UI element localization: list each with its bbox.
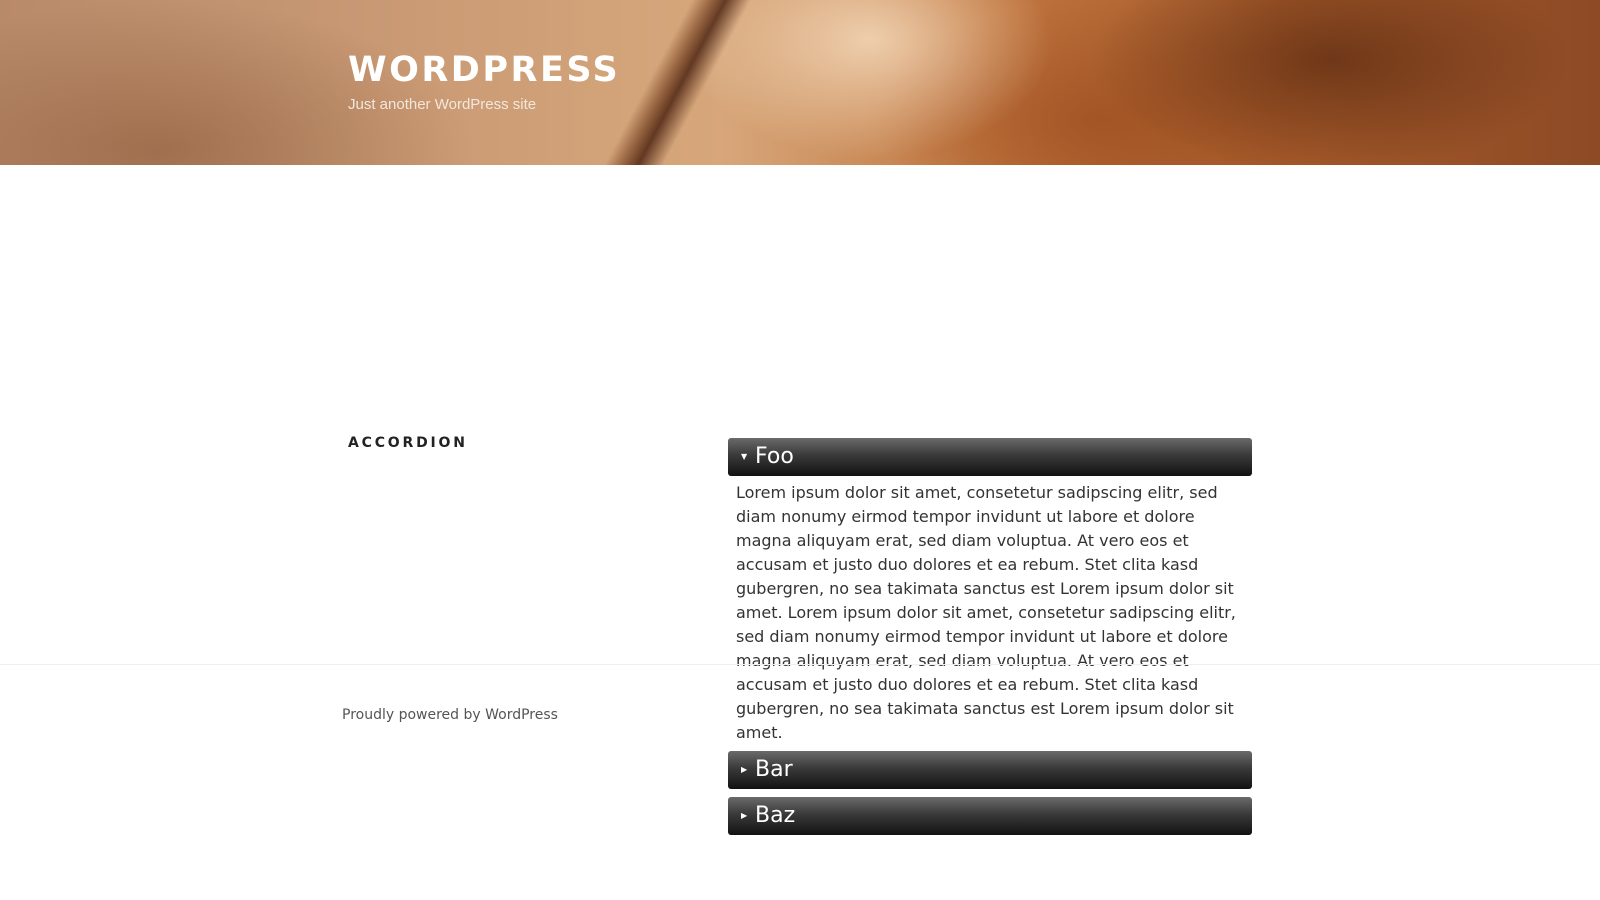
site-tagline: Just another WordPress site	[348, 96, 537, 113]
accordion-spacer	[728, 789, 1252, 797]
main-content: ACCORDION ▼ Foo Lorem ipsum dolor sit am…	[0, 165, 1600, 835]
triangle-down-icon: ▼	[741, 452, 748, 461]
footer-credit-link[interactable]: Proudly powered by WordPress	[342, 707, 558, 723]
site-footer: Proudly powered by WordPress	[0, 664, 1600, 723]
triangle-right-icon: ▶	[741, 765, 748, 774]
triangle-right-icon: ▶	[741, 811, 748, 820]
accordion-label: Bar	[755, 757, 793, 782]
site-header: WORDPRESS Just another WordPress site	[0, 0, 1600, 165]
accordion-label: Baz	[755, 803, 796, 828]
site-branding: WORDPRESS Just another WordPress site	[348, 46, 620, 116]
accordion-header-baz[interactable]: ▶ Baz	[728, 797, 1252, 835]
accordion-label: Foo	[755, 444, 794, 469]
accordion-header-foo[interactable]: ▼ Foo	[728, 438, 1252, 476]
site-title[interactable]: WORDPRESS	[348, 46, 620, 94]
accordion-header-bar[interactable]: ▶ Bar	[728, 751, 1252, 789]
page-title: ACCORDION	[348, 435, 468, 451]
accordion-panel-foo: Lorem ipsum dolor sit amet, consetetur s…	[736, 483, 1236, 742]
accordion: ▼ Foo Lorem ipsum dolor sit amet, conset…	[728, 438, 1252, 835]
